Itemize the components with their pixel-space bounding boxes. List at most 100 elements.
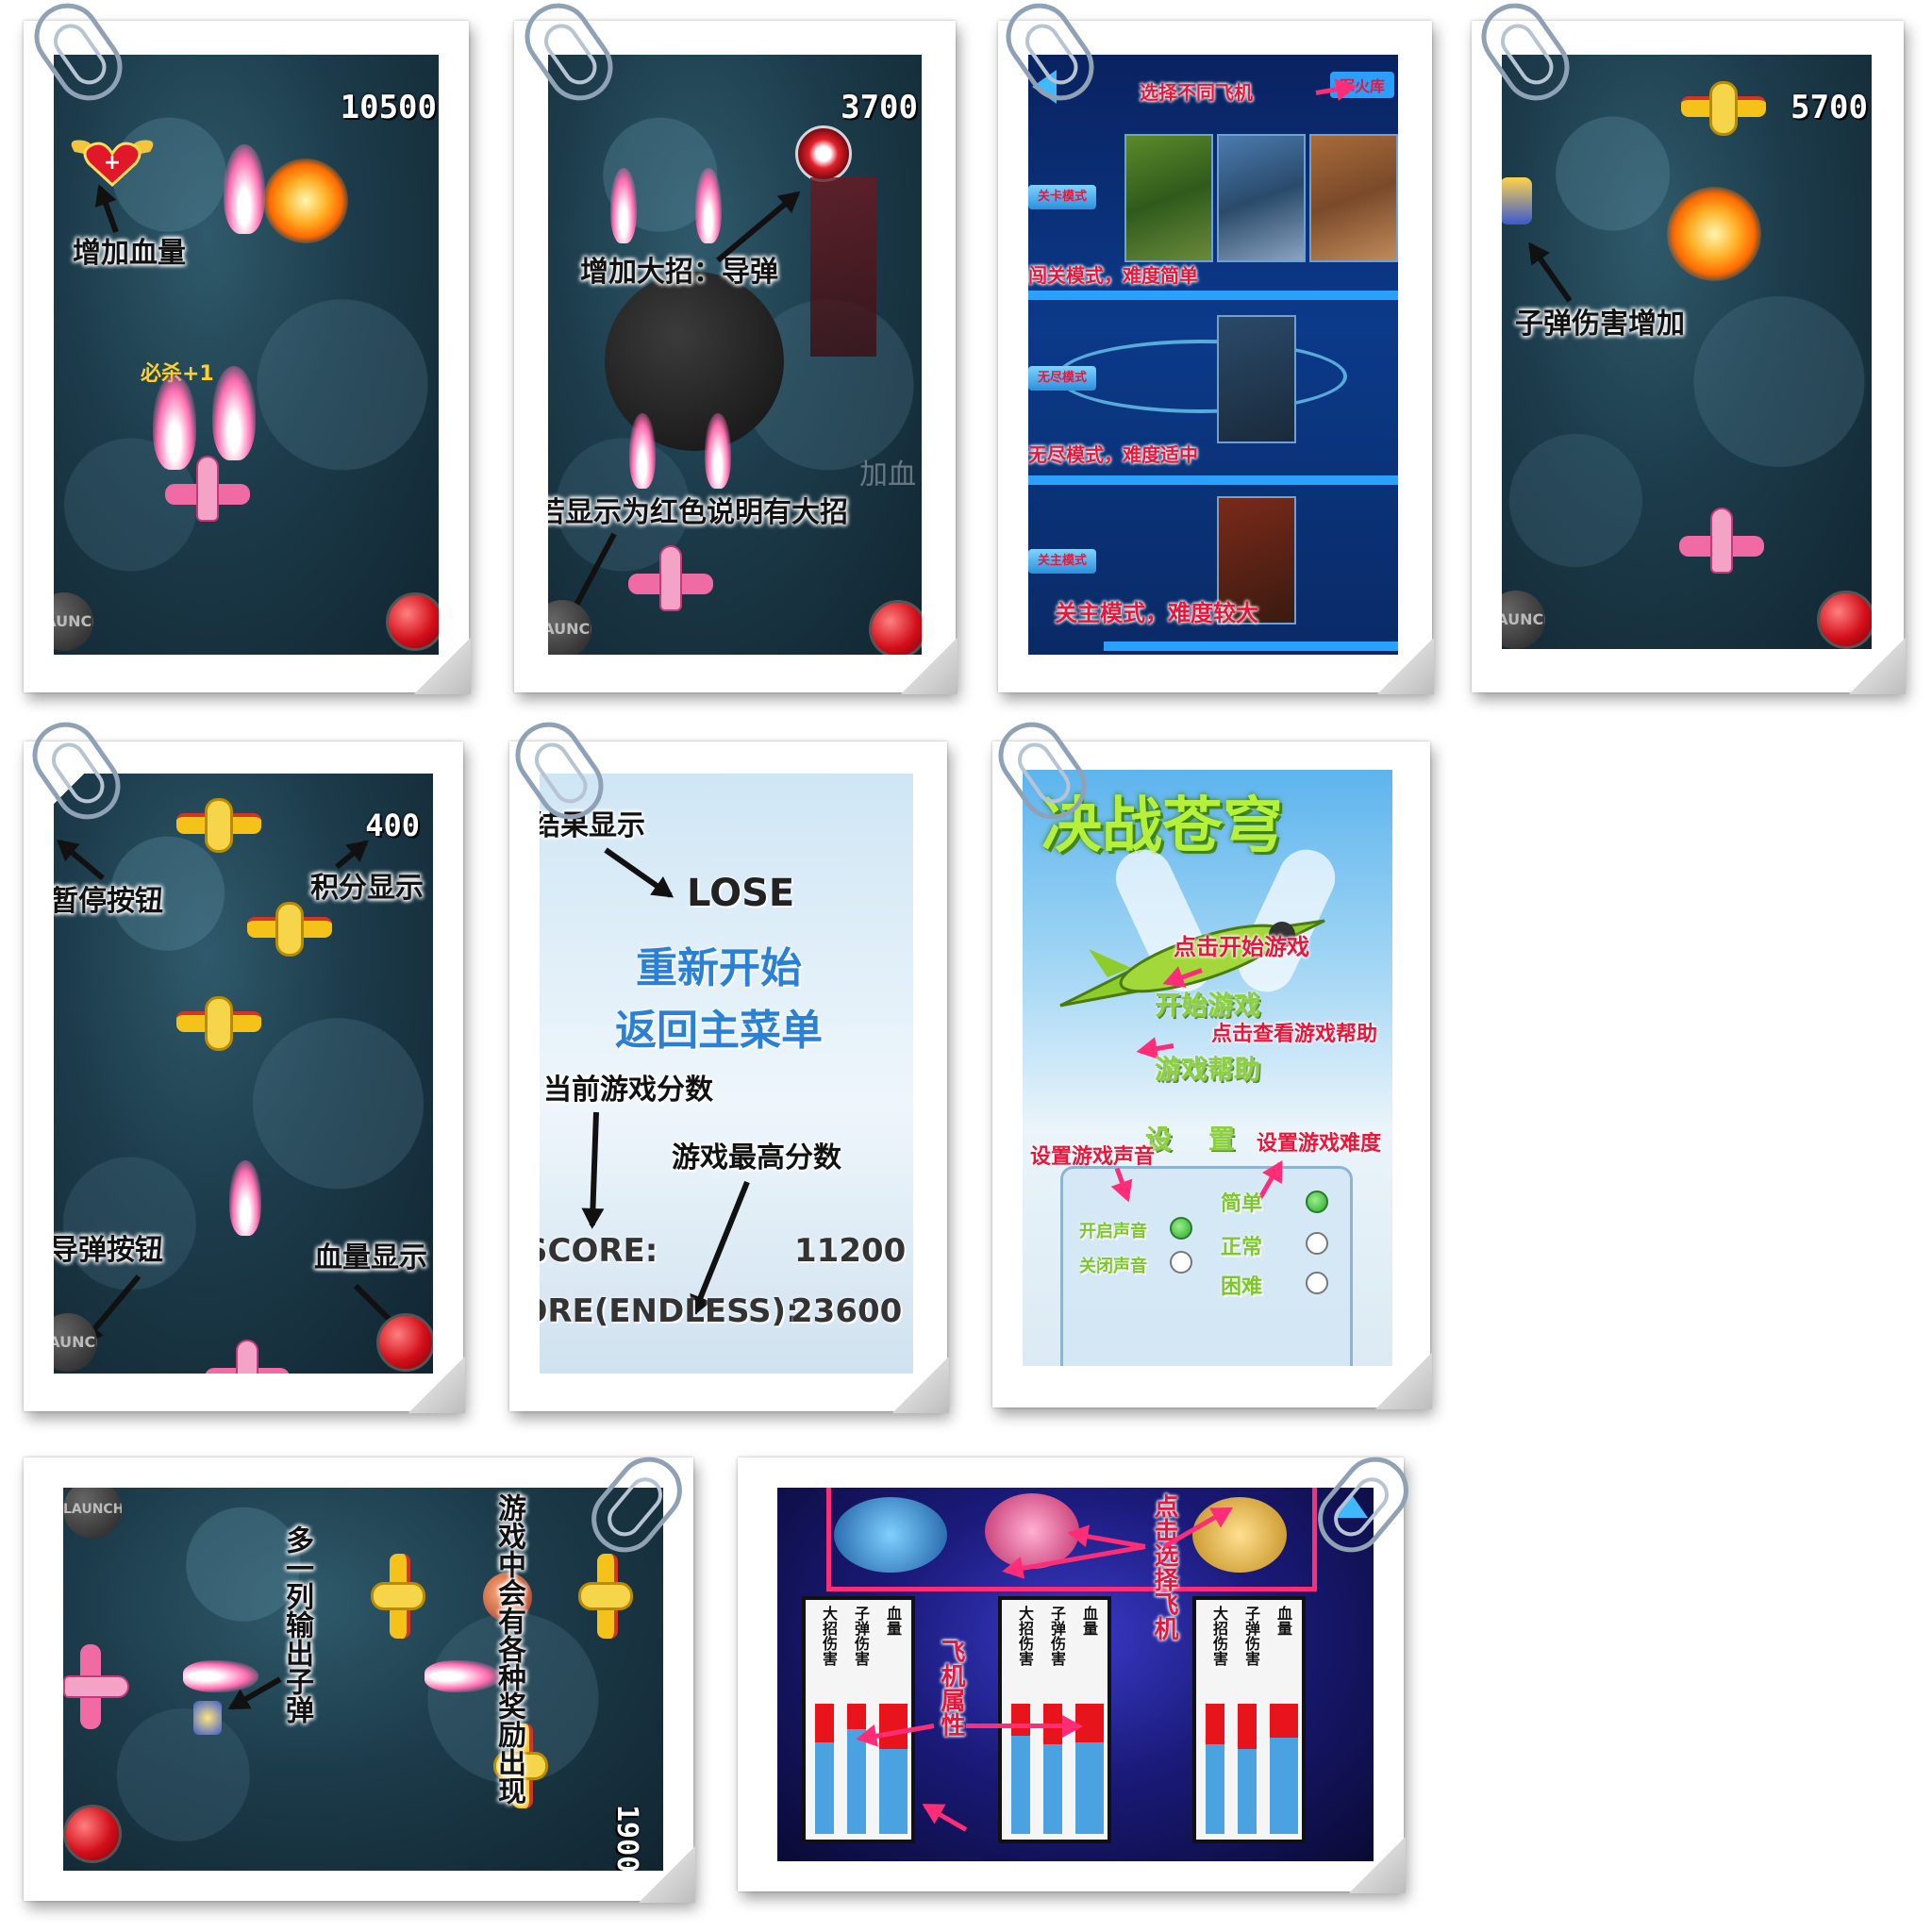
annotation-extra-bullet-row: 多一列输出子弹 bbox=[280, 1525, 313, 1724]
stat-bar-fill bbox=[1270, 1738, 1298, 1834]
launch-button[interactable]: LAUNCH bbox=[63, 1488, 122, 1539]
dark-sphere bbox=[605, 272, 784, 451]
bullet-powerup-icon bbox=[1502, 177, 1532, 225]
stat-bar-bomb bbox=[1206, 1704, 1224, 1834]
enemy-plane bbox=[176, 991, 261, 1057]
bullet-flame bbox=[212, 366, 256, 460]
stat-label-bomb: 大招伤害 bbox=[1016, 1606, 1034, 1666]
screenshot-card-missile: 3700 增加大招：导弹 加血 若显示为红色说明有大招 LAUNCH bbox=[514, 21, 958, 694]
launch-button[interactable]: LAUNCH bbox=[1502, 591, 1545, 649]
sound-on-label: 开启声音 bbox=[1079, 1222, 1147, 1241]
mode-button-boss[interactable]: 关主模式 bbox=[1028, 549, 1096, 574]
game-screen: 5700 子弹伤害增加 LAUNCH bbox=[1502, 55, 1872, 649]
result-text: LOSE bbox=[687, 872, 795, 915]
endless-value: 23600 bbox=[791, 1292, 903, 1330]
enemy-plane bbox=[247, 896, 332, 962]
stat-bar-hp bbox=[1270, 1704, 1298, 1834]
bullet-flame bbox=[224, 144, 265, 234]
map-thumb-forest bbox=[1124, 134, 1213, 262]
screenshot-card-result: 结果显示 LOSE 重新开始 返回主菜单 当前游戏分数 游戏最高分数 SCORE… bbox=[509, 741, 949, 1413]
endless-label: SCORE(ENDLESS): bbox=[540, 1292, 799, 1330]
annotation-boss-mode: 关主模式，难度较大 bbox=[1055, 599, 1258, 626]
bullet-flame bbox=[629, 413, 656, 489]
stat-panel: 血量 子弹伤害 大招伤害 bbox=[1192, 1596, 1306, 1843]
main-menu-screen: 决战苍穹 点击开始游戏 开始游戏 点击查看游戏帮助 游戏帮助 设 置 设置游戏声… bbox=[1023, 770, 1392, 1366]
annotation-health-display: 血量显示 bbox=[314, 1241, 427, 1274]
arrow bbox=[924, 1804, 968, 1832]
score-label: SCORE: bbox=[540, 1232, 658, 1270]
annotation-missile: 增加大招：导弹 bbox=[580, 256, 778, 289]
health-orb bbox=[63, 1805, 122, 1863]
stat-bar-fill bbox=[1075, 1742, 1104, 1834]
bullet-flame bbox=[705, 413, 731, 489]
mode-button-endless[interactable]: 无尽模式 bbox=[1028, 366, 1096, 391]
page-curl bbox=[1377, 638, 1434, 694]
screenshot-card-modes: 选择不同飞机 军火库 关卡模式 闯关模式，难度简单 无尽模式 无尽模式，难度适中… bbox=[998, 21, 1434, 694]
game-screen-landscape: LAUNCH 多一列输出子弹 游戏中会有各种奖励出现 1900 bbox=[63, 1488, 663, 1871]
annotation-rewards: 游戏中会有各种奖励出现 bbox=[492, 1493, 525, 1805]
stat-bar-fill bbox=[879, 1749, 908, 1834]
player-plane bbox=[76, 1644, 129, 1705]
stat-bar-fill bbox=[815, 1742, 834, 1834]
stat-panel: 血量 子弹伤害 大招伤害 bbox=[802, 1596, 915, 1843]
launch-button[interactable]: LAUNCH bbox=[54, 592, 93, 651]
sound-off-radio[interactable] bbox=[1170, 1251, 1192, 1274]
stat-panel: 血量 子弹伤害 大招伤害 bbox=[998, 1596, 1111, 1843]
annotation-help: 点击查看游戏帮助 bbox=[1211, 1022, 1378, 1046]
heart-icon: + bbox=[71, 138, 154, 188]
result-screen: 结果显示 LOSE 重新开始 返回主菜单 当前游戏分数 游戏最高分数 SCORE… bbox=[540, 774, 913, 1374]
sound-off-label: 关闭声音 bbox=[1079, 1257, 1147, 1276]
arrow bbox=[604, 847, 673, 898]
annotation-level-mode: 闯关模式，难度简单 bbox=[1028, 264, 1198, 287]
normal-radio[interactable] bbox=[1306, 1232, 1328, 1255]
annotation-start: 点击开始游戏 bbox=[1174, 933, 1309, 960]
bullet-powerup-icon bbox=[193, 1701, 222, 1735]
screenshot-card-main-menu: 决战苍穹 点击开始游戏 开始游戏 点击查看游戏帮助 游戏帮助 设 置 设置游戏声… bbox=[992, 741, 1432, 1409]
easy-radio[interactable] bbox=[1306, 1191, 1328, 1213]
plane-option-blue[interactable] bbox=[834, 1497, 947, 1573]
launch-button[interactable]: LAUNCH bbox=[54, 1313, 97, 1372]
screenshot-card-plane-select: 点击选择飞机 血量 子弹伤害 大招伤害 血量 子弹伤害 大招伤害 血量 子弹伤害… bbox=[738, 1457, 1406, 1893]
easy-label: 简单 bbox=[1221, 1192, 1263, 1216]
stat-label-damage: 子弹伤害 bbox=[852, 1606, 870, 1666]
game-screen: 3700 增加大招：导弹 加血 若显示为红色说明有大招 LAUNCH bbox=[548, 55, 922, 655]
plane-select-screen: 点击选择飞机 血量 子弹伤害 大招伤害 血量 子弹伤害 大招伤害 血量 子弹伤害… bbox=[777, 1488, 1374, 1861]
divider bbox=[1028, 475, 1398, 485]
annotation-score: 积分显示 bbox=[310, 872, 424, 905]
hard-label: 困难 bbox=[1221, 1275, 1263, 1299]
enemy-tower bbox=[810, 177, 876, 357]
stat-label-damage: 子弹伤害 bbox=[1048, 1606, 1066, 1666]
help-button[interactable]: 游戏帮助 bbox=[1155, 1049, 1260, 1087]
enemy-plane bbox=[1681, 75, 1766, 142]
stat-bar-fill bbox=[1011, 1736, 1030, 1834]
annotation-high-score: 游戏最高分数 bbox=[672, 1141, 841, 1174]
page-curl bbox=[901, 638, 958, 694]
page-curl bbox=[414, 638, 471, 694]
plane-option-yellow[interactable] bbox=[1192, 1497, 1287, 1573]
stat-label-hp: 血量 bbox=[1080, 1606, 1098, 1636]
game-screen: 10500 + 增加血量 必杀+1 LAUNCH bbox=[54, 55, 439, 655]
arrow bbox=[97, 186, 119, 234]
restart-button[interactable]: 重新开始 bbox=[636, 934, 802, 994]
score-display: 3700 bbox=[841, 89, 918, 126]
sound-on-radio[interactable] bbox=[1170, 1217, 1192, 1240]
bullet-flame bbox=[183, 1660, 258, 1692]
map-thumb-desert bbox=[1309, 134, 1398, 262]
arrow bbox=[966, 1715, 1083, 1738]
stat-bar-damage bbox=[1238, 1704, 1257, 1834]
stat-bar-bomb bbox=[815, 1704, 834, 1834]
bullet-flame bbox=[695, 168, 722, 243]
screenshot-card-health: 10500 + 增加血量 必杀+1 LAUNCH bbox=[24, 21, 471, 694]
divider bbox=[1104, 641, 1398, 651]
divider bbox=[1028, 291, 1398, 300]
hard-radio[interactable] bbox=[1306, 1272, 1328, 1294]
launch-button[interactable]: LAUNCH bbox=[548, 600, 591, 655]
main-menu-button[interactable]: 返回主菜单 bbox=[615, 996, 823, 1057]
mode-button-level[interactable]: 关卡模式 bbox=[1028, 185, 1096, 209]
annotation-pause: 暂停按钮 bbox=[54, 885, 163, 918]
normal-label: 正常 bbox=[1221, 1236, 1263, 1259]
page-curl bbox=[639, 1846, 695, 1903]
stat-label-damage: 子弹伤害 bbox=[1242, 1606, 1260, 1666]
page-curl bbox=[892, 1357, 949, 1413]
settings-title: 设 置 bbox=[1145, 1124, 1235, 1155]
